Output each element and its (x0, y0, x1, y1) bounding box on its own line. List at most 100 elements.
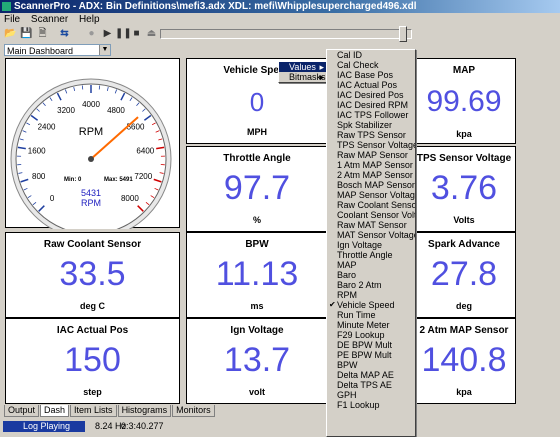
panel-raw-coolant-sensor[interactable]: Raw Coolant Sensor 33.5 deg C (5, 232, 180, 318)
values-menu-item[interactable]: 1 Atm MAP Sensor (327, 160, 415, 170)
values-menu-item[interactable]: RPM (327, 290, 415, 300)
gauge-tick-label: 2400 (38, 123, 56, 132)
menu-help[interactable]: Help (75, 14, 104, 25)
gauge-digital-value: 5431 (81, 188, 101, 198)
playback-slider[interactable] (160, 29, 412, 39)
values-menu-item[interactable]: Cal ID (327, 50, 415, 60)
values-menu-item[interactable]: MAP Sensor Voltage (327, 190, 415, 200)
values-menu-item[interactable]: Raw MAP Sensor (327, 150, 415, 160)
values-menu-item[interactable]: ✔Vehicle Speed (327, 300, 415, 310)
values-menu-item[interactable]: DE BPW Mult (327, 340, 415, 350)
panel-title: Spark Advance (413, 239, 515, 250)
values-menu-item[interactable]: Spk Stabilizer (327, 120, 415, 130)
values-menu-item-label: 2 Atm MAP Sensor (337, 170, 413, 180)
playback-slider-thumb[interactable] (399, 26, 407, 42)
values-menu-item-label: Spk Stabilizer (337, 120, 392, 130)
values-menu-item[interactable]: Delta TPS AE (327, 380, 415, 390)
record-icon[interactable]: ● (85, 27, 98, 40)
panel-iac-actual-pos[interactable]: IAC Actual Pos 150 step (5, 318, 180, 404)
panel-value: 13.7 (187, 341, 327, 380)
tab-dash[interactable]: Dash (40, 405, 69, 417)
values-menu-item[interactable]: IAC TPS Follower (327, 110, 415, 120)
values-menu-item[interactable]: Raw MAT Sensor (327, 220, 415, 230)
panel-2-atm-map-sensor[interactable]: 2 Atm MAP Sensor 140.8 kpa (412, 318, 516, 404)
gauge-max: Max: 5491 (104, 177, 133, 183)
values-menu-item[interactable]: Minute Meter (327, 320, 415, 330)
gauge-tick-label: 800 (32, 172, 46, 181)
values-menu-item[interactable]: GPH (327, 390, 415, 400)
panel-title: Throttle Angle (187, 153, 327, 164)
play-icon[interactable]: ▶ (101, 27, 114, 40)
panel-map[interactable]: MAP 99.69 kpa (412, 58, 516, 144)
tab-item-lists[interactable]: Item Lists (70, 405, 117, 417)
values-menu-item[interactable]: Ign Voltage (327, 240, 415, 250)
values-menu-item[interactable]: Delta MAP AE (327, 370, 415, 380)
panel-unit: deg C (6, 301, 179, 311)
tab-histograms[interactable]: Histograms (118, 405, 172, 417)
panel-title: Ign Voltage (187, 325, 327, 336)
values-menu-item[interactable]: Cal Check (327, 60, 415, 70)
values-menu-item[interactable]: Baro (327, 270, 415, 280)
connect-icon[interactable]: ⇆ (58, 27, 71, 40)
values-menu-item[interactable]: Bosch MAP Sensor (327, 180, 415, 190)
panel-throttle-angle[interactable]: Throttle Angle 97.7 % (186, 146, 328, 232)
values-menu-item[interactable]: Raw TPS Sensor (327, 130, 415, 140)
values-menu-item[interactable]: PE BPW Mult (327, 350, 415, 360)
values-menu-item[interactable]: BPW (327, 360, 415, 370)
gauge-tick-label: 8000 (121, 194, 139, 203)
panel-title: IAC Actual Pos (6, 325, 179, 336)
panel-value: 0 (187, 87, 327, 118)
values-menu-item[interactable]: IAC Base Pos (327, 70, 415, 80)
save-icon[interactable]: 💾 (20, 27, 33, 40)
tab-monitors[interactable]: Monitors (172, 405, 215, 417)
menu-file[interactable]: File (0, 14, 24, 25)
values-menu-item-label: 1 Atm MAP Sensor (337, 160, 413, 170)
panel-spark-advance[interactable]: Spark Advance 27.8 deg (412, 232, 516, 318)
values-menu-item[interactable]: Baro 2 Atm (327, 280, 415, 290)
values-menu-item[interactable]: Coolant Sensor Voltage (327, 210, 415, 220)
pause-icon[interactable]: ❚❚ (115, 27, 128, 40)
values-menu-item-label: Ign Voltage (337, 240, 382, 250)
values-menu-item-label: BPW (337, 360, 358, 370)
values-menu-item[interactable]: F29 Lookup (327, 330, 415, 340)
values-menu-item[interactable]: Raw Coolant Sensor (327, 200, 415, 210)
stop-icon[interactable]: ■ (130, 27, 143, 40)
context-menu: Values▸ Bitmasks▸ (278, 61, 328, 83)
values-menu-item-label: PE BPW Mult (337, 350, 392, 360)
dashboard-select[interactable]: Main Dashboard ▼ (4, 44, 111, 56)
tab-output[interactable]: Output (4, 405, 39, 417)
panel-unit: MPH (187, 127, 327, 137)
panel-unit: step (6, 387, 179, 397)
values-menu-item[interactable]: 2 Atm MAP Sensor (327, 170, 415, 180)
values-menu-item[interactable]: Throttle Angle (327, 250, 415, 260)
values-menu-item-label: Bosch MAP Sensor (337, 180, 415, 190)
status-time: 0:3:40.277 (121, 421, 164, 432)
panel-value: 11.13 (187, 255, 327, 294)
panel-ign-voltage[interactable]: Ign Voltage 13.7 volt (186, 318, 328, 404)
status-bar: Log Playing 8.24 Hz 0:3:40.277 (0, 419, 560, 435)
chevron-down-icon[interactable]: ▼ (99, 45, 110, 55)
menu-scanner[interactable]: Scanner (27, 14, 72, 25)
values-menu-item[interactable]: IAC Actual Pos (327, 80, 415, 90)
values-menu-item[interactable]: TPS Sensor Voltage (327, 140, 415, 150)
values-menu-item[interactable]: F1 Lookup (327, 400, 415, 410)
values-menu-item[interactable]: IAC Desired Pos (327, 90, 415, 100)
panel-unit: kpa (413, 129, 515, 139)
save-as-icon[interactable]: 🗎 (36, 27, 49, 40)
context-menu-values[interactable]: Values▸ (279, 62, 327, 72)
context-menu-bitmasks[interactable]: Bitmasks▸ (279, 72, 327, 82)
values-menu-item-label: Coolant Sensor Voltage (337, 210, 416, 220)
values-menu-item[interactable]: Run Time (327, 310, 415, 320)
values-menu-item-label: Baro (337, 270, 356, 280)
panel-bpw[interactable]: BPW 11.13 ms (186, 232, 328, 318)
values-menu-item-label: Vehicle Speed (337, 300, 395, 310)
values-menu-item[interactable]: IAC Desired RPM (327, 100, 415, 110)
values-menu-item[interactable]: MAP (327, 260, 415, 270)
panel-tps-sensor-voltage[interactable]: TPS Sensor Voltage 3.76 Volts (412, 146, 516, 232)
panel-value: 3.76 (413, 169, 515, 208)
values-menu-item[interactable]: MAT Sensor Voltage (327, 230, 415, 240)
eject-icon[interactable]: ⏏ (145, 27, 158, 40)
open-icon[interactable]: 📂 (4, 27, 17, 40)
gauge-tick-label: 4800 (107, 106, 125, 115)
status-mode: Log Playing (3, 421, 85, 432)
